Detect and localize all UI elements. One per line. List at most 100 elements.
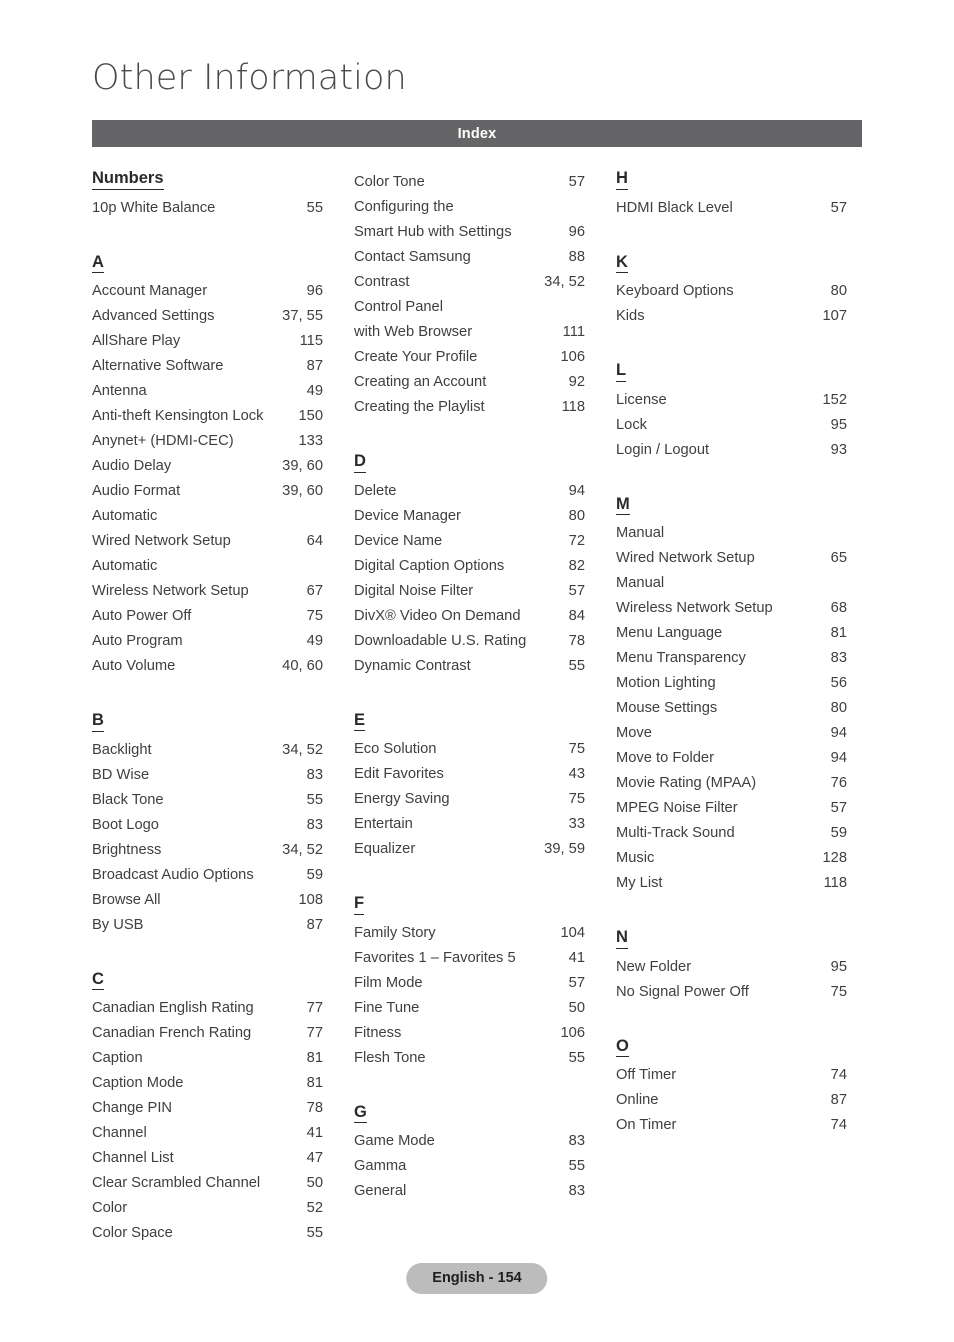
- index-entry[interactable]: 10p White Balance 55: [92, 196, 323, 221]
- index-entry[interactable]: Online 87: [616, 1088, 847, 1113]
- index-entry[interactable]: Lock 95: [616, 413, 847, 438]
- index-entry[interactable]: Multi-Track Sound 59: [616, 821, 847, 846]
- index-entry-label: Account Manager: [92, 283, 208, 299]
- index-entry[interactable]: No Signal Power Off 75: [616, 980, 847, 1005]
- index-entry[interactable]: Caption 81: [92, 1046, 323, 1071]
- index-entry-label-line1: Automatic: [92, 558, 158, 574]
- index-entry[interactable]: Eco Solution 75: [354, 737, 585, 762]
- index-entry-page-number: 55: [568, 657, 585, 674]
- index-entry[interactable]: Auto Program 49: [92, 629, 323, 654]
- index-entry[interactable]: Configuring the Smart Hub with Settings 96: [354, 195, 585, 245]
- index-entry[interactable]: Gamma 55: [354, 1154, 585, 1179]
- index-entry[interactable]: Color Tone 57: [354, 170, 585, 195]
- index-entry[interactable]: DivX® Video On Demand 84: [354, 604, 585, 629]
- index-entry[interactable]: Downloadable U.S. Rating 78: [354, 629, 585, 654]
- index-entry[interactable]: Backlight 34, 52: [92, 738, 323, 763]
- index-entry[interactable]: Color Space 55: [92, 1221, 323, 1246]
- index-entry-page-number: 80: [830, 283, 847, 299]
- index-entry[interactable]: My List 118: [616, 871, 847, 896]
- index-entry[interactable]: Energy Saving 75: [354, 787, 585, 812]
- index-entry[interactable]: Contrast 34, 52: [354, 270, 585, 295]
- index-entry[interactable]: Creating the Playlist 118: [354, 395, 585, 420]
- index-entry-label: Fitness: [354, 1024, 402, 1041]
- index-entry[interactable]: Audio Format 39, 60: [92, 479, 323, 504]
- index-entry[interactable]: By USB 87: [92, 913, 323, 938]
- index-entry[interactable]: Manual Wireless Network Setup 68: [616, 571, 847, 621]
- index-page: Other Information Index Numbers 10p White…: [0, 0, 954, 1342]
- index-entry[interactable]: Edit Favorites 43: [354, 762, 585, 787]
- index-entry[interactable]: Canadian English Rating 77: [92, 996, 323, 1021]
- index-entry-label: Audio Format: [92, 483, 181, 499]
- index-entry[interactable]: Canadian French Rating 77: [92, 1021, 323, 1046]
- index-entry[interactable]: Flesh Tone 55: [354, 1046, 585, 1071]
- index-entry[interactable]: Manual Wired Network Setup 65: [616, 521, 847, 571]
- index-entry[interactable]: Fine Tune 50: [354, 996, 585, 1021]
- index-entry-label-line2: Wired Network Setup: [616, 550, 755, 566]
- index-entry[interactable]: Control Panel with Web Browser 111: [354, 295, 585, 345]
- index-entry[interactable]: HDMI Black Level 57: [616, 196, 847, 221]
- index-entry[interactable]: Clear Scrambled Channel 50: [92, 1171, 323, 1196]
- index-entry[interactable]: Antenna 49: [92, 379, 323, 404]
- index-entry[interactable]: Fitness 106: [354, 1021, 585, 1046]
- index-entry[interactable]: New Folder 95: [616, 955, 847, 980]
- index-entry[interactable]: Alternative Software 87: [92, 354, 323, 379]
- index-entry[interactable]: Anti-theft Kensington Lock 150: [92, 404, 323, 429]
- index-entry-label: AllShare Play: [92, 333, 181, 349]
- index-entry[interactable]: Digital Caption Options 82: [354, 554, 585, 579]
- index-entry[interactable]: Move to Folder 94: [616, 746, 847, 771]
- index-entry[interactable]: Advanced Settings 37, 55: [92, 304, 323, 329]
- index-entry[interactable]: Automatic Wired Network Setup 64: [92, 504, 323, 554]
- index-entry[interactable]: Digital Noise Filter 57: [354, 579, 585, 604]
- index-entry[interactable]: BD Wise 83: [92, 763, 323, 788]
- index-entry[interactable]: Mouse Settings 80: [616, 696, 847, 721]
- index-entry[interactable]: Auto Power Off 75: [92, 604, 323, 629]
- index-entry[interactable]: Contact Samsung 88: [354, 245, 585, 270]
- index-entry[interactable]: Movie Rating (MPAA) 76: [616, 771, 847, 796]
- index-entry[interactable]: Film Mode 57: [354, 971, 585, 996]
- index-entry[interactable]: Entertain 33: [354, 812, 585, 837]
- index-entry[interactable]: Boot Logo 83: [92, 813, 323, 838]
- index-entry[interactable]: Caption Mode 81: [92, 1071, 323, 1096]
- index-entry[interactable]: Black Tone 55: [92, 788, 323, 813]
- index-entry[interactable]: Account Manager 96: [92, 279, 323, 304]
- index-entry[interactable]: Browse All 108: [92, 888, 323, 913]
- index-entry[interactable]: Favorites 1 – Favorites 5 41: [354, 946, 585, 971]
- index-entry[interactable]: Login / Logout 93: [616, 438, 847, 463]
- index-entry[interactable]: Creating an Account 92: [354, 370, 585, 395]
- index-entry[interactable]: Change PIN 78: [92, 1096, 323, 1121]
- index-entry[interactable]: Audio Delay 39, 60: [92, 454, 323, 479]
- index-entry[interactable]: Create Your Profile 106: [354, 345, 585, 370]
- index-entry[interactable]: Dynamic Contrast 55: [354, 654, 585, 679]
- index-entry-label: 10p White Balance: [92, 199, 216, 216]
- index-entry[interactable]: Device Name 72: [354, 529, 585, 554]
- index-entry[interactable]: Menu Language 81: [616, 621, 847, 646]
- index-entry[interactable]: General 83: [354, 1179, 585, 1204]
- index-entry[interactable]: Music 128: [616, 846, 847, 871]
- index-entry[interactable]: Kids 107: [616, 304, 847, 329]
- index-entry[interactable]: Channel 41: [92, 1121, 323, 1146]
- index-entry[interactable]: MPEG Noise Filter 57: [616, 796, 847, 821]
- index-entry[interactable]: Equalizer 39, 59: [354, 837, 585, 862]
- index-entry[interactable]: Family Story 104: [354, 921, 585, 946]
- index-entry[interactable]: Color 52: [92, 1196, 323, 1221]
- index-entry[interactable]: Game Mode 83: [354, 1129, 585, 1154]
- index-entry[interactable]: Broadcast Audio Options 59: [92, 863, 323, 888]
- index-entry-label: Game Mode: [354, 1133, 435, 1149]
- index-entry-page-number: 81: [306, 1075, 323, 1091]
- index-entry[interactable]: Channel List 47: [92, 1146, 323, 1171]
- index-entry[interactable]: Move 94: [616, 721, 847, 746]
- index-entry-page-number: 56: [830, 675, 847, 691]
- index-entry[interactable]: On Timer 74: [616, 1113, 847, 1138]
- index-entry[interactable]: Auto Volume 40, 60: [92, 654, 323, 679]
- index-entry[interactable]: Brightness 34, 52: [92, 838, 323, 863]
- index-entry[interactable]: Device Manager 80: [354, 504, 585, 529]
- index-entry[interactable]: Automatic Wireless Network Setup 67: [92, 554, 323, 604]
- index-entry[interactable]: Anynet+ (HDMI-CEC) 133: [92, 429, 323, 454]
- index-entry[interactable]: AllShare Play 115: [92, 329, 323, 354]
- index-entry[interactable]: Menu Transparency 83: [616, 646, 847, 671]
- index-entry[interactable]: Off Timer 74: [616, 1063, 847, 1088]
- index-entry[interactable]: License 152: [616, 388, 847, 413]
- index-entry[interactable]: Keyboard Options 80: [616, 279, 847, 304]
- index-entry[interactable]: Motion Lighting 56: [616, 671, 847, 696]
- index-entry[interactable]: Delete 94: [354, 479, 585, 504]
